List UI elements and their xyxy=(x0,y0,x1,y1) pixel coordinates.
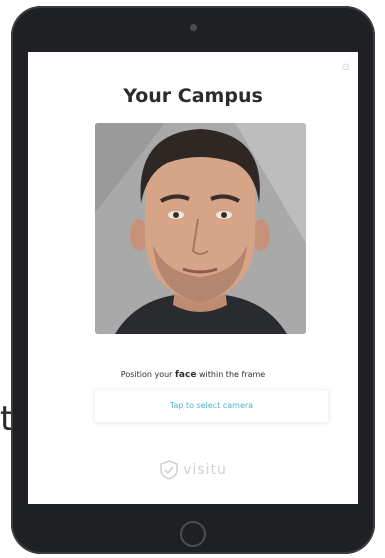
face-camera-frame xyxy=(95,123,306,334)
tablet-device: ⊙ Your Campus Position your face within … xyxy=(11,6,375,554)
face-position-instruction: Position your face within the frame xyxy=(28,370,358,380)
brand-footer: visitu xyxy=(28,460,358,480)
prompt-text-after: within the frame xyxy=(196,370,266,379)
prompt-text-emphasis: face xyxy=(175,370,197,380)
front-camera xyxy=(190,24,197,31)
kiosk-screen: ⊙ Your Campus Position your face within … xyxy=(28,52,358,504)
select-camera-button[interactable]: Tap to select camera xyxy=(94,389,329,423)
page-title: Your Campus xyxy=(123,85,263,107)
shield-check-icon xyxy=(160,460,178,480)
brand-name: visitu xyxy=(183,462,227,478)
settings-icon[interactable]: ⊙ xyxy=(342,62,350,73)
prompt-text-before: Position your xyxy=(120,370,176,379)
face-preview-image xyxy=(95,123,306,334)
home-button[interactable] xyxy=(180,521,206,547)
